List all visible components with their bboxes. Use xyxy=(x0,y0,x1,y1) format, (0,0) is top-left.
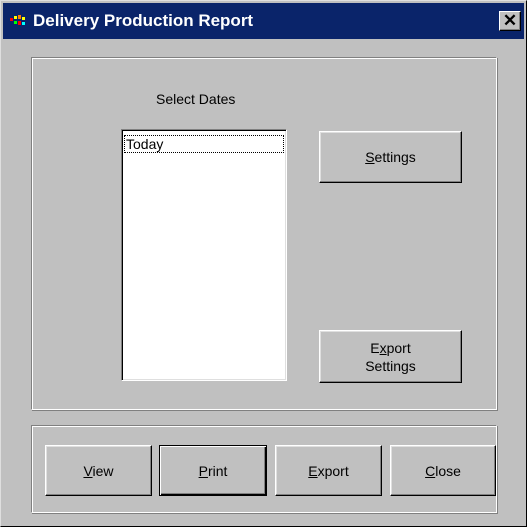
export-settings-button-label: Export Settings xyxy=(365,339,416,375)
close-window-button[interactable]: ✕ xyxy=(499,11,521,31)
settings-mnemonic: S xyxy=(365,149,375,165)
export-button-label: Export xyxy=(308,462,348,480)
title-bar[interactable]: Delivery Production Report ✕ xyxy=(3,3,524,39)
close-button[interactable]: Close xyxy=(390,445,496,496)
dates-listbox[interactable]: Today xyxy=(121,129,287,381)
export-rest: xport xyxy=(317,462,349,479)
close-button-label: Close xyxy=(425,462,461,480)
report-dialog-window: Delivery Production Report ✕ Select Date… xyxy=(0,0,527,527)
export-settings-line1: Export xyxy=(365,339,416,357)
view-mnemonic: V xyxy=(83,462,93,479)
close-icon: ✕ xyxy=(502,11,518,30)
print-button-label: Print xyxy=(199,462,228,480)
view-rest: iew xyxy=(92,462,114,479)
select-dates-label: Select Dates xyxy=(156,91,236,107)
settings-rest: ettings xyxy=(374,149,416,165)
view-button[interactable]: View xyxy=(45,445,152,496)
settings-button-label: Settings xyxy=(365,148,416,166)
print-rest: rint xyxy=(207,462,228,479)
export-settings-button[interactable]: Export Settings xyxy=(319,330,462,383)
report-app-icon xyxy=(10,15,25,25)
export-settings-post: port xyxy=(386,339,411,356)
export-settings-line2: Settings xyxy=(365,357,416,374)
print-button[interactable]: Print xyxy=(159,445,267,496)
view-button-label: View xyxy=(83,462,113,480)
print-mnemonic: P xyxy=(198,462,208,479)
export-mnemonic: E xyxy=(308,462,318,479)
export-settings-pre: E xyxy=(370,339,380,356)
settings-button[interactable]: Settings xyxy=(319,131,462,183)
export-settings-mnemonic: x xyxy=(379,339,387,356)
close-rest: lose xyxy=(435,462,461,479)
export-button[interactable]: Export xyxy=(275,445,382,496)
close-mnemonic: C xyxy=(425,462,436,479)
list-item[interactable]: Today xyxy=(124,135,284,153)
window-title: Delivery Production Report xyxy=(33,11,254,30)
